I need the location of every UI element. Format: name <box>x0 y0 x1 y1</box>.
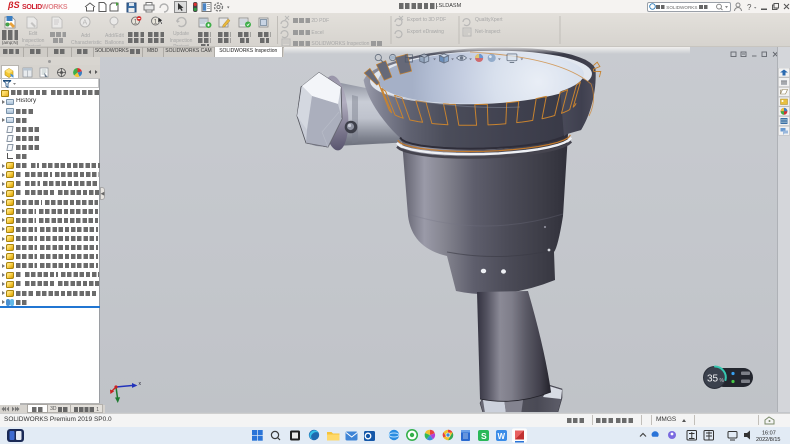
svg-text:%: % <box>720 378 725 384</box>
svg-text:?: ? <box>747 3 752 12</box>
svg-text:x: x <box>139 381 142 387</box>
svg-text:W: W <box>498 432 506 441</box>
svg-text:A: A <box>83 20 88 27</box>
svg-text:16:07: 16:07 <box>762 431 776 437</box>
svg-text:2022/8/15: 2022/8/15 <box>756 437 780 443</box>
svg-text:S: S <box>481 431 487 441</box>
svg-text:35: 35 <box>707 374 719 385</box>
